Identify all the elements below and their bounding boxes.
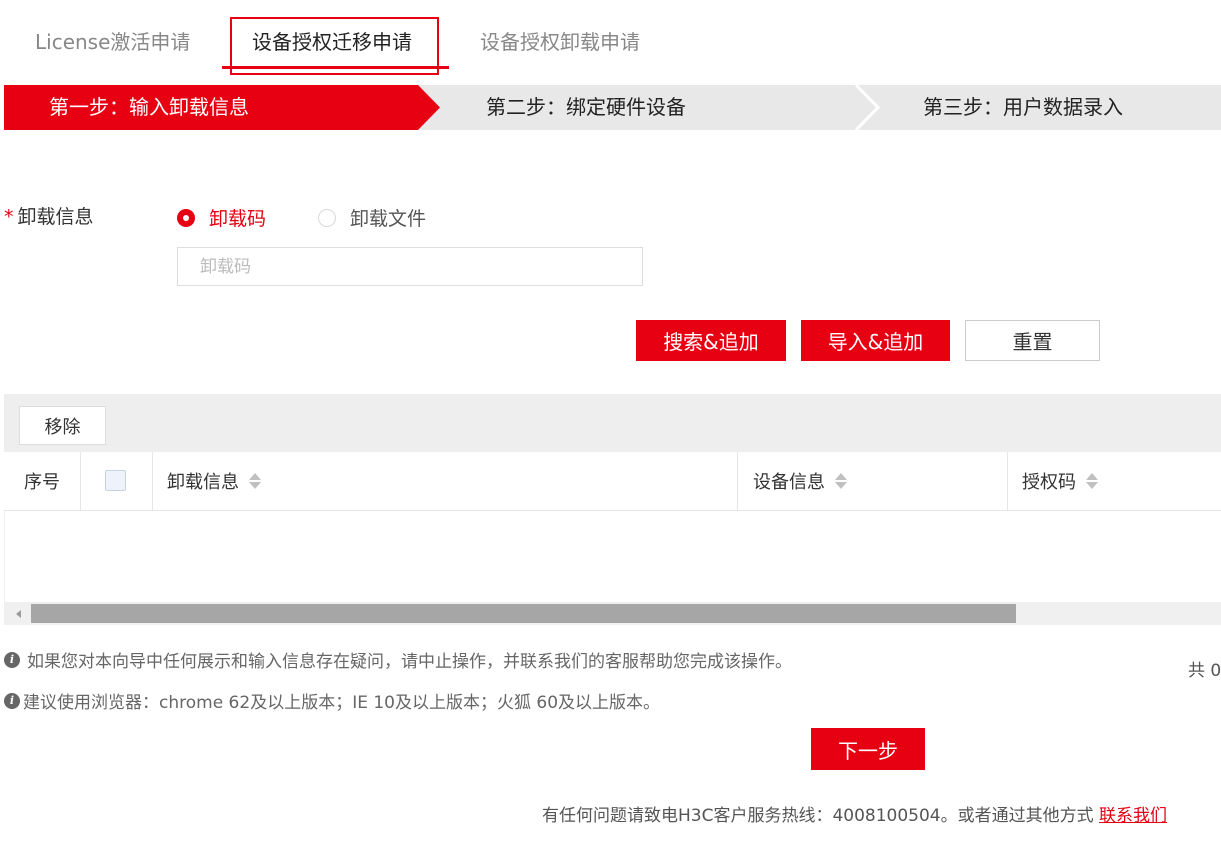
sort-icon[interactable] xyxy=(1086,473,1098,489)
radio-checked-icon xyxy=(177,208,195,227)
radio-uninstall-file-label: 卸载文件 xyxy=(350,208,427,230)
column-divider xyxy=(152,452,153,510)
radio-unchecked-icon xyxy=(318,208,336,227)
tab-license-activation[interactable]: License激活申请 xyxy=(35,26,190,55)
column-header-index: 序号 xyxy=(24,472,60,493)
import-add-button[interactable]: 导入&追加 xyxy=(801,320,950,361)
column-divider xyxy=(80,452,81,510)
uninstall-code-input[interactable] xyxy=(177,247,643,286)
step-progress-bar: 第一步：输入卸载信息 第二步：绑定硬件设备 第三步：用户数据录入 xyxy=(4,85,1221,130)
radio-uninstall-code-label: 卸载码 xyxy=(209,208,267,230)
uninstall-info-label-text: 卸载信息 xyxy=(17,206,94,228)
column-header-uninstall-info-label: 卸载信息 xyxy=(167,472,239,493)
search-add-button[interactable]: 搜索&追加 xyxy=(636,320,786,361)
horizontal-scrollbar[interactable] xyxy=(4,602,1221,625)
total-count: 共 0 xyxy=(1188,661,1221,681)
select-all-checkbox[interactable] xyxy=(105,470,126,491)
column-divider xyxy=(737,452,738,510)
column-header-auth-code[interactable]: 授权码 xyxy=(1022,452,1098,510)
step-2-label: 第二步：绑定硬件设备 xyxy=(486,95,686,119)
column-header-auth-code-label: 授权码 xyxy=(1022,472,1076,493)
table-toolbar xyxy=(4,394,1221,452)
required-mark: * xyxy=(4,206,14,228)
column-header-device-info-label: 设备信息 xyxy=(753,472,825,493)
column-header-device-info[interactable]: 设备信息 xyxy=(753,452,847,510)
info-icon: i xyxy=(4,692,20,709)
next-step-button[interactable]: 下一步 xyxy=(811,728,925,770)
help-note-text: 如果您对本向导中任何展示和输入信息存在疑问，请中止操作，并联系我们的客服帮助您完… xyxy=(27,652,792,672)
scroll-left-arrow-icon[interactable] xyxy=(16,610,21,618)
uninstall-info-label: * 卸载信息 xyxy=(4,202,94,229)
column-header-uninstall-info[interactable]: 卸载信息 xyxy=(167,452,261,510)
help-note: i 如果您对本向导中任何展示和输入信息存在疑问，请中止操作，并联系我们的客服帮助… xyxy=(4,647,792,672)
remove-button[interactable]: 移除 xyxy=(19,406,106,445)
radio-uninstall-code[interactable]: 卸载码 xyxy=(177,204,266,231)
sort-icon[interactable] xyxy=(249,473,261,489)
sort-icon[interactable] xyxy=(835,473,847,489)
step-2-divider xyxy=(854,85,881,130)
active-tab-underline xyxy=(222,66,449,69)
step-1-label: 第一步：输入卸载信息 xyxy=(49,95,249,119)
table-body xyxy=(4,511,1221,602)
step-3-label: 第三步：用户数据录入 xyxy=(923,95,1123,119)
table-header: 序号 卸载信息 设备信息 授权码 xyxy=(4,452,1221,511)
browser-note: i 建议使用浏览器：chrome 62及以上版本；IE 10及以上版本；火狐 6… xyxy=(4,688,660,713)
info-icon: i xyxy=(4,651,20,668)
radio-uninstall-file[interactable]: 卸载文件 xyxy=(318,204,426,231)
column-divider xyxy=(1007,452,1008,510)
scrollbar-thumb[interactable] xyxy=(31,604,1016,623)
reset-button[interactable]: 重置 xyxy=(965,320,1100,361)
tab-device-auth-uninstall[interactable]: 设备授权卸载申请 xyxy=(480,26,640,55)
contact-us-link[interactable]: 联系我们 xyxy=(1099,806,1167,826)
footer-text: 有任何问题请致电H3C客户服务热线：4008100504。或者通过其他方式 xyxy=(542,806,1094,826)
footer-hotline: 有任何问题请致电H3C客户服务热线：4008100504。或者通过其他方式 联系… xyxy=(542,801,1167,826)
browser-note-text: 建议使用浏览器：chrome 62及以上版本；IE 10及以上版本；火狐 60及… xyxy=(23,693,661,713)
